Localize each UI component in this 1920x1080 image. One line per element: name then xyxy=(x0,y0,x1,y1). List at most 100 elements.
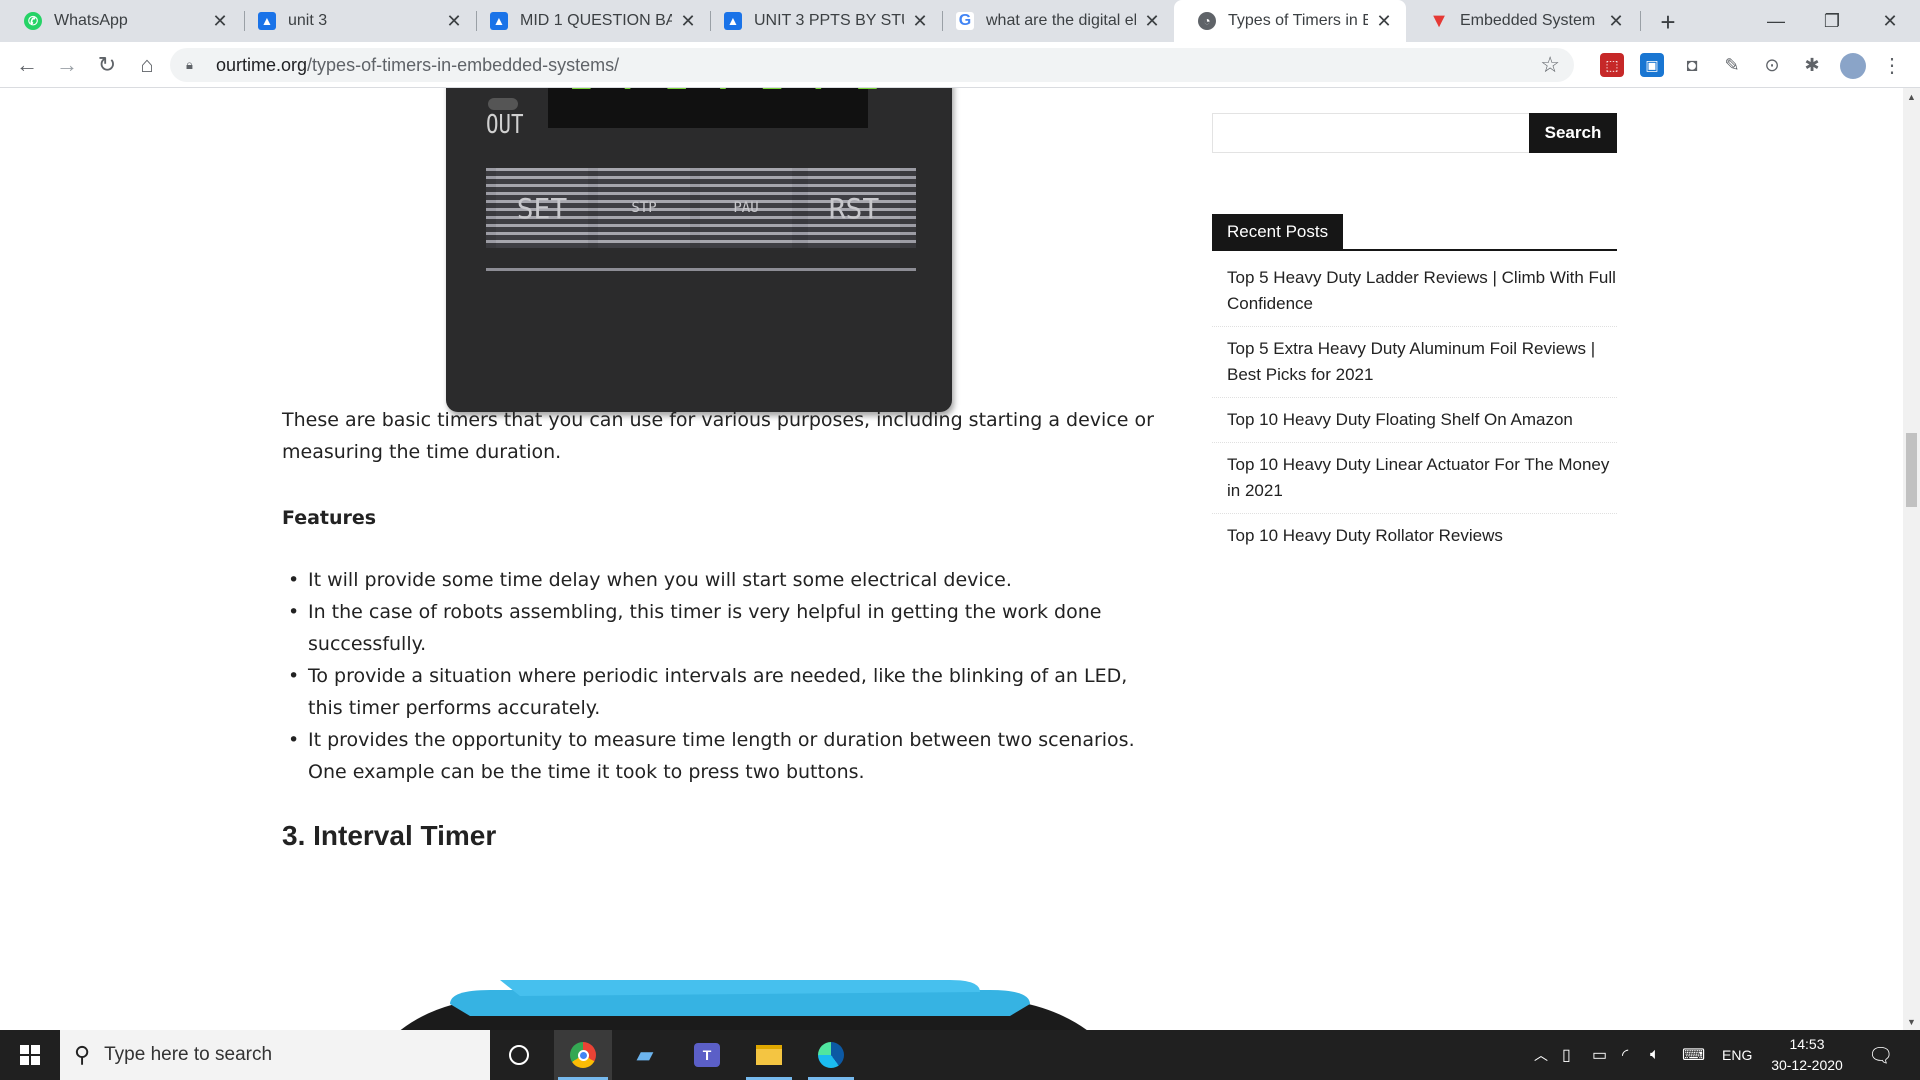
close-icon[interactable]: ✕ xyxy=(1374,11,1394,31)
forward-button[interactable]: → xyxy=(52,50,82,80)
close-icon[interactable]: ✕ xyxy=(1606,11,1626,31)
site-v-icon: ▼ xyxy=(1429,9,1449,32)
connect-app-icon[interactable]: ▰ xyxy=(616,1030,674,1080)
tab-embedded-system[interactable]: ▼ Embedded System Cou ✕ xyxy=(1406,0,1638,42)
menu-kebab-icon[interactable]: ⋮ xyxy=(1880,53,1904,77)
classroom-icon: ▲ xyxy=(258,12,276,30)
tab-title: unit 3 xyxy=(288,12,328,29)
windows-taskbar: ⚲ Type here to search ▰ T ︿ ▯ ▭ ◜ 🔈︎ ⌨ E… xyxy=(0,1030,1920,1080)
eyedropper-extension-icon[interactable]: ✎ xyxy=(1720,53,1744,77)
sidebar-search-input[interactable] xyxy=(1212,113,1530,153)
tab-unit-3[interactable]: ▲ unit 3 ✕ xyxy=(234,0,476,42)
interval-timer-image xyxy=(400,980,1087,1030)
tab-mid-1[interactable]: ▲ MID 1 QUESTION BAN ✕ xyxy=(466,0,710,42)
address-bar[interactable]: 🔒︎ ourtime.org/types-of-timers-in-embedd… xyxy=(170,48,1574,82)
scrollbar-thumb[interactable] xyxy=(1906,433,1917,507)
tab-title: UNIT 3 PPTS BY STUDE xyxy=(754,12,904,29)
classroom-icon: ▲ xyxy=(724,12,742,30)
list-item: It provides the opportunity to measure t… xyxy=(282,724,1162,788)
key-label: SET xyxy=(516,191,568,225)
start-button[interactable] xyxy=(0,1030,60,1080)
reload-button[interactable]: ↻ xyxy=(92,50,122,80)
battery-icon[interactable]: ▭ xyxy=(1592,1030,1607,1080)
recent-posts-list: Top 5 Heavy Duty Ladder Reviews | Climb … xyxy=(1212,256,1617,558)
language-indicator[interactable]: ENG xyxy=(1722,1030,1752,1080)
clock-time: 14:53 xyxy=(1789,1036,1825,1052)
scroll-up-arrow-icon[interactable]: ▲ xyxy=(1903,88,1920,105)
lock-icon[interactable]: 🔒︎ xyxy=(186,57,202,73)
sync-extension-icon[interactable]: ⊙ xyxy=(1760,53,1784,77)
profile-avatar[interactable] xyxy=(1840,53,1866,79)
close-icon[interactable]: ✕ xyxy=(910,11,930,31)
chrome-taskbar-icon[interactable] xyxy=(554,1030,612,1080)
recent-post-link[interactable]: Top 10 Heavy Duty Floating Shelf On Amaz… xyxy=(1212,398,1617,443)
google-icon: G xyxy=(956,12,974,30)
classroom-icon: ▲ xyxy=(490,12,508,30)
device-icon[interactable]: ▯ xyxy=(1562,1030,1571,1080)
search-icon: ⚲ xyxy=(74,1042,91,1067)
tab-types-of-timers[interactable]: ◔ Types of Timers in Emb ✕ xyxy=(1174,0,1406,42)
clock-date: 30-12-2020 xyxy=(1771,1057,1843,1073)
search-button[interactable]: Search xyxy=(1529,113,1617,153)
teams-icon[interactable]: T xyxy=(678,1030,736,1080)
minimize-button[interactable]: — xyxy=(1748,0,1804,42)
divider xyxy=(1212,249,1617,251)
out-label: OUT xyxy=(486,110,524,140)
close-icon[interactable]: ✕ xyxy=(210,11,230,31)
key-label: PAU xyxy=(733,200,759,216)
tab-title: Embedded System Cou xyxy=(1460,12,1600,29)
close-icon[interactable]: ✕ xyxy=(1142,11,1162,31)
close-window-button[interactable]: ✕ xyxy=(1862,0,1918,42)
page-viewport: 1.1.1.1 OUT SET STP PAU RST These are ba… xyxy=(0,88,1903,1030)
browser-toolbar: ← → ↻ ⌂ 🔒︎ ourtime.org/types-of-timers-i… xyxy=(0,42,1920,88)
features-list: It will provide some time delay when you… xyxy=(282,564,1162,788)
bookmark-star-icon[interactable]: ☆ xyxy=(1540,52,1560,78)
device-digits: 1.1.1.1 xyxy=(566,88,900,100)
new-tab-button[interactable]: + xyxy=(1654,7,1682,37)
timer-device-image: 1.1.1.1 OUT SET STP PAU RST xyxy=(446,88,952,412)
scroll-down-arrow-icon[interactable]: ▼ xyxy=(1903,1013,1920,1030)
recent-post-link[interactable]: Top 5 Extra Heavy Duty Aluminum Foil Rev… xyxy=(1212,327,1617,398)
url-domain: ourtime.org xyxy=(216,54,308,75)
url-path: /types-of-timers-in-embedded-systems/ xyxy=(307,54,620,75)
tab-title: MID 1 QUESTION BAN xyxy=(520,12,672,29)
notification-center-icon[interactable]: 🗨︎ xyxy=(1868,1030,1893,1080)
show-hidden-icons[interactable]: ︿ xyxy=(1534,1030,1548,1080)
close-icon[interactable]: ✕ xyxy=(678,11,698,31)
tab-unit-3-ppts[interactable]: ▲ UNIT 3 PPTS BY STUDE ✕ xyxy=(700,0,942,42)
volume-icon[interactable]: 🔈︎ xyxy=(1650,1030,1660,1080)
restore-button[interactable]: ❐ xyxy=(1804,0,1860,42)
home-button[interactable]: ⌂ xyxy=(132,50,162,80)
tab-title: Types of Timers in Emb xyxy=(1228,12,1368,29)
recent-post-link[interactable]: Top 10 Heavy Duty Rollator Reviews xyxy=(1212,514,1617,558)
recent-posts-title: Recent Posts xyxy=(1212,214,1344,250)
recent-post-link[interactable]: Top 5 Heavy Duty Ladder Reviews | Climb … xyxy=(1212,256,1617,327)
page-scrollbar[interactable]: ▲ ▼ xyxy=(1903,88,1920,1030)
list-item: In the case of robots assembling, this t… xyxy=(282,596,1162,660)
pau-key: PAU xyxy=(700,168,792,248)
tab-title: what are the digital ele xyxy=(986,12,1136,29)
key-label: RST xyxy=(828,191,880,225)
set-key: SET xyxy=(496,168,588,248)
tab-google-search[interactable]: G what are the digital ele ✕ xyxy=(932,0,1174,42)
clock[interactable]: 14:53 30-12-2020 xyxy=(1752,1034,1862,1076)
cortana-icon[interactable] xyxy=(490,1030,548,1080)
tab-whatsapp[interactable]: ✆ WhatsApp ✕ xyxy=(0,0,242,42)
device-keypad: SET STP PAU RST xyxy=(486,168,916,248)
section-heading: 3. Interval Timer xyxy=(282,820,497,851)
list-item: To provide a situation where periodic in… xyxy=(282,660,1162,724)
wifi-icon[interactable]: ◜ xyxy=(1622,1030,1628,1080)
screen-extension-icon[interactable]: ▣ xyxy=(1640,53,1664,77)
close-icon[interactable]: ✕ xyxy=(444,11,464,31)
back-button[interactable]: ← xyxy=(12,50,42,80)
file-explorer-icon[interactable] xyxy=(740,1030,798,1080)
pdf-extension-icon[interactable]: ⬚ xyxy=(1600,53,1624,77)
camera-extension-icon[interactable]: ◘ xyxy=(1680,53,1704,77)
keyboard-icon[interactable]: ⌨ xyxy=(1682,1030,1705,1080)
edge-icon[interactable] xyxy=(802,1030,860,1080)
key-label: STP xyxy=(631,200,657,216)
taskbar-search-box[interactable]: ⚲ Type here to search xyxy=(60,1030,490,1080)
article-paragraph: These are basic timers that you can use … xyxy=(282,409,1154,463)
recent-post-link[interactable]: Top 10 Heavy Duty Linear Actuator For Th… xyxy=(1212,443,1617,514)
extensions-puzzle-icon[interactable]: ✱ xyxy=(1800,53,1824,77)
